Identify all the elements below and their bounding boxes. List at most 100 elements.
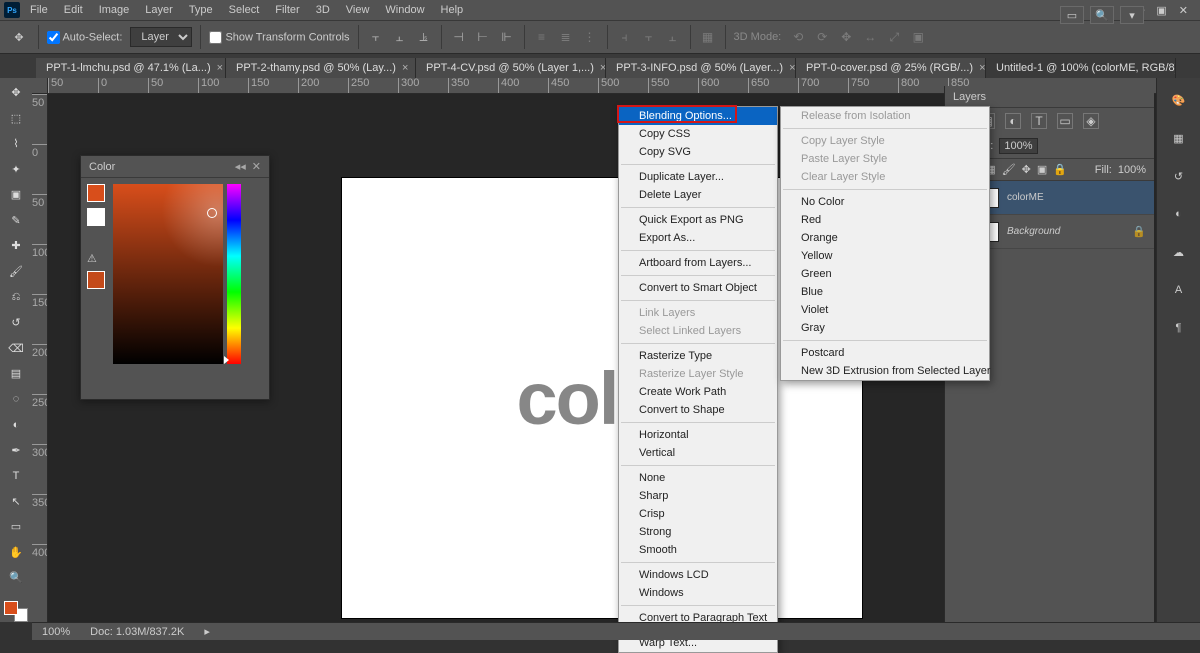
menu-item[interactable]: Vertical (619, 444, 777, 462)
color-panel-icon[interactable]: 🎨 (1167, 88, 1191, 112)
pen-tool[interactable]: ✒ (4, 439, 28, 461)
menu-item[interactable]: Windows (619, 584, 777, 602)
align-right-icon[interactable]: ⊩ (498, 28, 516, 46)
stamp-tool[interactable]: ⎌ (4, 286, 28, 308)
menu-item[interactable]: Blending Options... (619, 107, 777, 125)
move-tool-icon[interactable]: ✥ (8, 26, 30, 48)
history-panel-icon[interactable]: ↺ (1167, 164, 1191, 188)
menu-item[interactable]: Copy SVG (619, 143, 777, 161)
doc-size-chevron-icon[interactable]: ▸ (204, 625, 210, 638)
dist-3-icon[interactable]: ⋮ (581, 28, 599, 46)
type-tool[interactable]: T (4, 465, 28, 487)
gradient-tool[interactable]: ▤ (4, 363, 28, 385)
character-panel-icon[interactable]: A (1167, 278, 1191, 302)
lock-artboard-icon[interactable]: ▣ (1037, 163, 1047, 176)
background-swatch[interactable] (87, 208, 105, 226)
menu-item[interactable]: Yellow (781, 247, 989, 265)
roll-icon[interactable]: ⟳ (813, 28, 831, 46)
menu-item[interactable]: Green (781, 265, 989, 283)
menu-window[interactable]: Window (377, 2, 432, 18)
dist-2-icon[interactable]: ≣ (557, 28, 575, 46)
brush-tool[interactable]: 🖌 (4, 261, 28, 283)
libraries-panel-icon[interactable]: ☁ (1167, 240, 1191, 264)
workspace-1-icon[interactable]: ▭ (1060, 6, 1084, 24)
arrange-icon[interactable]: ▦ (699, 28, 717, 46)
color-field[interactable] (113, 184, 223, 364)
menu-item[interactable]: Red (781, 211, 989, 229)
menu-item[interactable]: Copy CSS (619, 125, 777, 143)
hue-slider[interactable] (227, 184, 241, 364)
panel-close-icon[interactable]: ✕ (252, 160, 261, 173)
menu-item[interactable]: Create Work Path (619, 383, 777, 401)
pan-icon[interactable]: ✥ (837, 28, 855, 46)
menu-item[interactable]: Strong (619, 523, 777, 541)
menu-help[interactable]: Help (433, 2, 472, 18)
maximize-icon[interactable]: ▣ (1156, 4, 1166, 17)
orbit-icon[interactable]: ⟲ (789, 28, 807, 46)
show-transform-checkbox[interactable]: Show Transform Controls (209, 31, 349, 44)
scale3d-icon[interactable]: ⤢ (885, 28, 903, 46)
menu-item[interactable]: New 3D Extrusion from Selected Layer (781, 362, 989, 380)
lock-pixel-icon[interactable]: 🖌 (1002, 163, 1016, 176)
menu-item[interactable]: Convert to Shape (619, 401, 777, 419)
adjustments-panel-icon[interactable]: ◐ (1167, 202, 1191, 226)
menu-item[interactable]: Postcard (781, 344, 989, 362)
move-tool[interactable]: ✥ (4, 82, 28, 104)
menu-file[interactable]: File (22, 2, 56, 18)
tab-close-icon[interactable]: × (217, 62, 223, 74)
align-vcenter-icon[interactable]: ⫠ (391, 28, 409, 46)
menu-item[interactable]: Windows LCD (619, 566, 777, 584)
menu-view[interactable]: View (338, 2, 378, 18)
document-tab[interactable]: PPT-2-thamy.psd @ 50% (Lay...)× (226, 58, 416, 78)
layers-tab[interactable]: Layers (953, 91, 986, 103)
layer-name[interactable]: Background (1007, 226, 1060, 237)
auto-select-checkbox[interactable]: Auto-Select: (47, 31, 122, 44)
filter-smart-icon[interactable]: ◈ (1083, 113, 1099, 129)
menu-item[interactable]: Horizontal (619, 426, 777, 444)
menu-item[interactable]: Smooth (619, 541, 777, 559)
foreground-swatch[interactable] (87, 184, 105, 202)
menu-item[interactable]: Convert to Smart Object (619, 279, 777, 297)
menu-item[interactable]: Delete Layer (619, 186, 777, 204)
eyedrop-tool[interactable]: ✎ (4, 210, 28, 232)
tab-close-icon[interactable]: × (979, 62, 985, 74)
menu-item[interactable]: Violet (781, 301, 989, 319)
menu-layer[interactable]: Layer (137, 2, 181, 18)
menu-filter[interactable]: Filter (267, 2, 307, 18)
workspace-switcher-icon[interactable]: ▾ (1120, 6, 1144, 24)
menu-select[interactable]: Select (221, 2, 268, 18)
layer-name[interactable]: colorME (1007, 192, 1044, 203)
lock-position-icon[interactable]: ✥ (1022, 163, 1031, 176)
lock-all-icon[interactable]: 🔒 (1053, 163, 1067, 176)
document-tab[interactable]: PPT-4-CV.psd @ 50% (Layer 1,...)× (416, 58, 606, 78)
tab-close-icon[interactable]: × (789, 62, 795, 74)
dist-1-icon[interactable]: ≡ (533, 28, 551, 46)
document-tab[interactable]: Untitled-1 @ 100% (colorME, RGB/8) *× (986, 58, 1176, 78)
dist-6-icon[interactable]: ⫠ (664, 28, 682, 46)
menu-item[interactable]: Orange (781, 229, 989, 247)
menu-3d[interactable]: 3D (308, 2, 338, 18)
slide-icon[interactable]: ↔ (861, 28, 879, 46)
close-icon[interactable]: ✕ (1179, 4, 1188, 17)
menu-item[interactable]: No Color (781, 193, 989, 211)
lasso-tool[interactable]: ⌇ (4, 133, 28, 155)
opacity-value[interactable]: 100% (999, 138, 1037, 154)
menu-item[interactable]: Quick Export as PNG (619, 211, 777, 229)
menu-item[interactable]: Gray (781, 319, 989, 337)
hand-tool[interactable]: ✋ (4, 542, 28, 564)
align-bottom-icon[interactable]: ⫡ (415, 28, 433, 46)
dist-4-icon[interactable]: ⫞ (616, 28, 634, 46)
menu-item[interactable]: Rasterize Type (619, 347, 777, 365)
auto-select-target[interactable]: Layer (130, 27, 192, 47)
menu-item[interactable]: Blue (781, 283, 989, 301)
align-left-icon[interactable]: ⊣ (450, 28, 468, 46)
marquee-tool[interactable]: ⬚ (4, 108, 28, 130)
zoom-tool[interactable]: 🔍 (4, 567, 28, 589)
menu-item[interactable]: None (619, 469, 777, 487)
document-tab[interactable]: PPT-1-lmchu.psd @ 47.1% (La...)× (36, 58, 226, 78)
crop-tool[interactable]: ▣ (4, 184, 28, 206)
panel-collapse-icon[interactable]: ◂◂ (235, 160, 246, 173)
camera-icon[interactable]: ▣ (909, 28, 927, 46)
wand-tool[interactable]: ✦ (4, 159, 28, 181)
gamut-warning-icon[interactable]: ⚠ (87, 252, 109, 265)
